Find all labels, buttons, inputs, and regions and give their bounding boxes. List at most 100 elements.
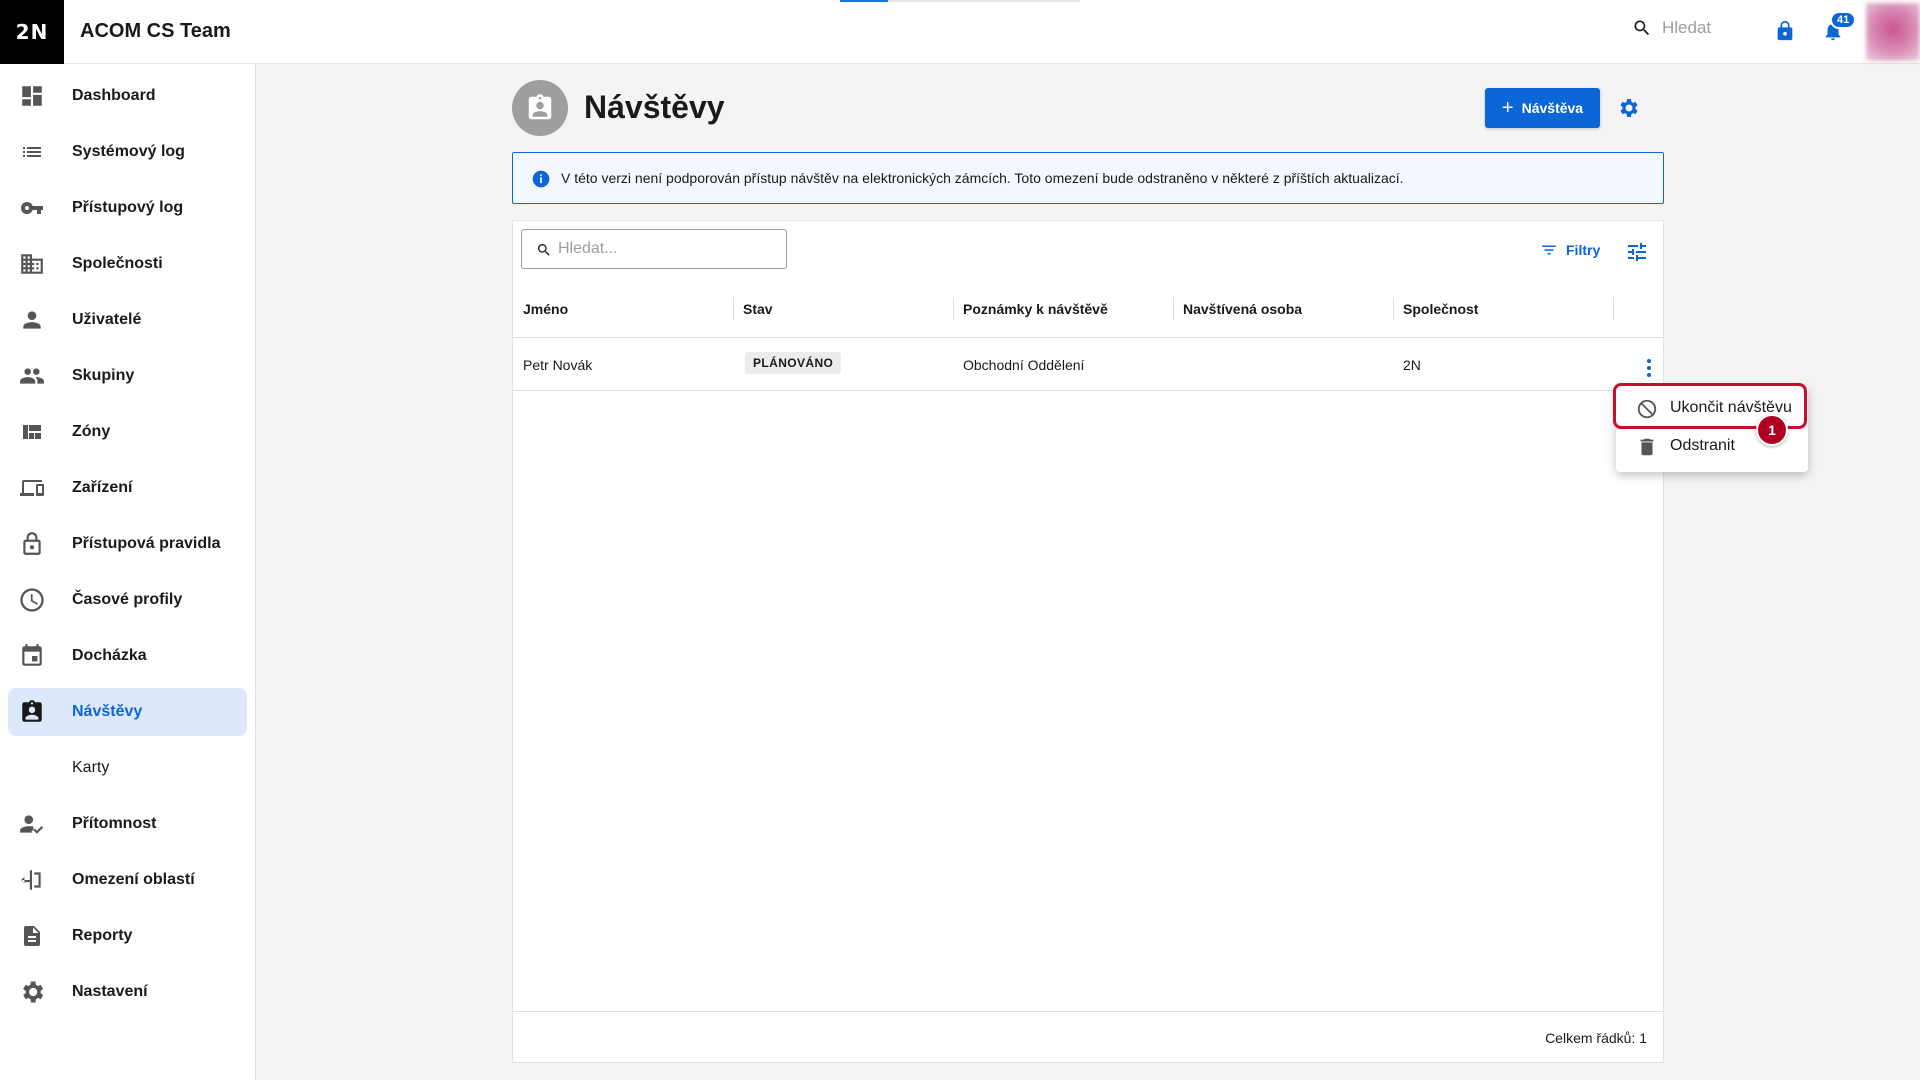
sidebar-item-label: Přítomnost: [72, 815, 157, 832]
sidebar: Dashboard Systémový log Přístupový log S…: [0, 64, 256, 1080]
list-icon: [16, 140, 48, 164]
trash-icon: [1640, 438, 1654, 456]
calendar-icon: [16, 644, 48, 668]
app-title: ACOM CS Team: [80, 20, 231, 42]
table-search-input[interactable]: [558, 239, 778, 259]
sidebar-item-label: Přístupová pravidla: [72, 535, 221, 552]
sidebar-item-cards[interactable]: Karty: [8, 744, 247, 792]
sidebar-item-label: Nastavení: [72, 983, 148, 1000]
sidebar-item-area-restrictions[interactable]: Omezení oblastí: [8, 856, 247, 904]
sidebar-item-label: Společnosti: [72, 255, 163, 272]
info-banner: V této verzi není podporován přístup náv…: [512, 152, 1664, 204]
search-icon: [1634, 20, 1650, 36]
sidebar-item-label: Systémový log: [72, 143, 185, 160]
annotation-step-badge: 1: [1756, 414, 1788, 446]
footer-divider: [513, 1011, 1663, 1012]
sidebar-item-presence[interactable]: Přítomnost: [8, 800, 247, 848]
column-header-visited-person[interactable]: Navštívená osoba: [1183, 301, 1302, 317]
global-search[interactable]: Hledat: [1632, 18, 1711, 38]
sidebar-item-label: Uživatelé: [72, 311, 142, 328]
global-search-label: Hledat: [1662, 18, 1712, 37]
search-icon: [537, 244, 550, 256]
lock-button[interactable]: [1774, 18, 1796, 49]
area-limit-icon: [16, 868, 48, 892]
page-visitor-icon: [512, 80, 568, 136]
sidebar-item-settings[interactable]: Nastavení: [8, 968, 247, 1016]
info-icon: [532, 170, 550, 188]
sidebar-item-label: Skupiny: [72, 367, 135, 384]
user-avatar[interactable]: [1866, 3, 1920, 61]
add-visit-button[interactable]: + Návštěva: [1485, 88, 1600, 128]
key-icon: [16, 196, 48, 220]
cell-name: Petr Novák: [523, 357, 593, 373]
clock-icon: [16, 588, 48, 612]
visitor-badge-icon: [16, 700, 48, 724]
delete-label: Odstranit: [1670, 437, 1735, 454]
add-visit-label: Návštěva: [1521, 100, 1584, 116]
dashboard-icon: [16, 84, 48, 108]
person-check-icon: [16, 812, 48, 836]
sidebar-item-label: Přístupový log: [72, 199, 184, 216]
plus-icon: +: [1501, 97, 1514, 119]
info-text: V této verzi není podporován přístup náv…: [561, 170, 1404, 186]
sidebar-item-label: Reporty: [72, 927, 133, 944]
cell-notes: Obchodní Oddělení: [963, 357, 1085, 373]
sidebar-item-time-profiles[interactable]: Časové profily: [8, 576, 247, 624]
more-vertical-icon: [1647, 359, 1651, 377]
sidebar-item-zones[interactable]: Zóny: [8, 408, 247, 456]
sidebar-item-users[interactable]: Uživatelé: [8, 296, 247, 344]
sidebar-item-system-log[interactable]: Systémový log: [8, 128, 247, 176]
sidebar-item-companies[interactable]: Společnosti: [8, 240, 247, 288]
column-divider[interactable]: [953, 297, 954, 321]
status-badge: PLÁNOVÁNO: [745, 352, 842, 374]
tune-icon: [1628, 243, 1646, 261]
page-title: Návštěvy: [584, 89, 725, 125]
header-divider: [513, 337, 1663, 338]
filter-icon: [1542, 245, 1556, 255]
report-icon: [16, 924, 48, 948]
column-header-name[interactable]: Jméno: [523, 301, 568, 317]
column-settings-button[interactable]: [1625, 240, 1649, 269]
sidebar-item-access-log[interactable]: Přístupový log: [8, 184, 247, 232]
devices-icon: [16, 476, 48, 500]
filters-label: Filtry: [1566, 242, 1601, 258]
sidebar-item-label: Omezení oblastí: [72, 871, 195, 888]
sidebar-item-label: Návštěvy: [72, 703, 143, 720]
sidebar-item-devices[interactable]: Zařízení: [8, 464, 247, 512]
loading-indicator: [840, 0, 1080, 2]
lock-icon: [1777, 20, 1793, 41]
lock-open-icon: [16, 532, 48, 556]
column-divider[interactable]: [1613, 297, 1614, 321]
zones-icon: [16, 420, 48, 444]
sidebar-item-groups[interactable]: Skupiny: [8, 352, 247, 400]
visits-table-card: Filtry Jméno Stav Poznámky k návštěvě Na…: [512, 220, 1664, 1063]
sidebar-item-label: Docházka: [72, 647, 147, 664]
column-header-company[interactable]: Společnost: [1403, 301, 1478, 317]
sidebar-item-label: Zóny: [72, 423, 111, 440]
filters-button[interactable]: Filtry: [1540, 241, 1600, 259]
row-actions-button[interactable]: [1637, 356, 1661, 385]
sidebar-item-label: Dashboard: [72, 87, 156, 104]
top-bar: 2N ACOM CS Team Hledat 41: [0, 0, 1920, 64]
sidebar-item-access-rules[interactable]: Přístupová pravidla: [8, 520, 247, 568]
cell-company: 2N: [1403, 357, 1421, 373]
row-divider: [513, 390, 1663, 391]
sidebar-item-visits[interactable]: Návštěvy: [8, 688, 247, 736]
column-header-status[interactable]: Stav: [743, 301, 773, 317]
sidebar-item-reports[interactable]: Reporty: [8, 912, 247, 960]
sidebar-item-label: Zařízení: [72, 479, 133, 496]
table-search[interactable]: [521, 229, 787, 269]
app-logo[interactable]: 2N: [0, 0, 64, 64]
row-count: Celkem řádků: 1: [1545, 1030, 1647, 1046]
gear-icon: [16, 980, 48, 1004]
column-divider[interactable]: [733, 297, 734, 321]
column-divider[interactable]: [1393, 297, 1394, 321]
sidebar-item-dashboard[interactable]: Dashboard: [8, 72, 247, 120]
sidebar-item-attendance[interactable]: Docházka: [8, 632, 247, 680]
column-header-notes[interactable]: Poznámky k návštěvě: [963, 301, 1108, 317]
group-icon: [16, 364, 48, 388]
sidebar-item-label: Časové profily: [72, 591, 183, 608]
page-settings-button[interactable]: [1616, 96, 1640, 125]
column-divider[interactable]: [1173, 297, 1174, 321]
sidebar-item-label: Karty: [72, 759, 110, 776]
